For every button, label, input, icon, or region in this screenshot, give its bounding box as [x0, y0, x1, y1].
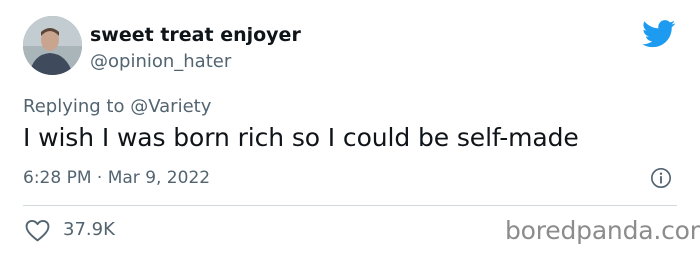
user-handle[interactable]: @opinion_hater — [90, 51, 231, 72]
tweet-card: sweet treat enjoyer @opinion_hater Reply… — [0, 0, 700, 257]
info-icon[interactable] — [650, 167, 672, 189]
avatar[interactable] — [23, 16, 82, 75]
watermark: boredpanda.com — [505, 216, 700, 245]
reply-prefix: Replying to — [23, 96, 125, 117]
twitter-bird-icon[interactable] — [642, 20, 676, 48]
display-name[interactable]: sweet treat enjoyer — [90, 24, 301, 46]
avatar-photo — [23, 16, 82, 75]
divider — [23, 205, 677, 206]
reply-mention-link[interactable]: @Variety — [130, 96, 211, 117]
tweet-timestamp[interactable]: 6:28 PM · Mar 9, 2022 — [23, 168, 210, 188]
tweet-text: I wish I was born rich so I could be sel… — [23, 123, 579, 152]
like-count[interactable]: 37.9K — [63, 219, 115, 240]
heart-icon[interactable] — [25, 219, 50, 242]
reply-context: Replying to @Variety — [23, 96, 211, 117]
